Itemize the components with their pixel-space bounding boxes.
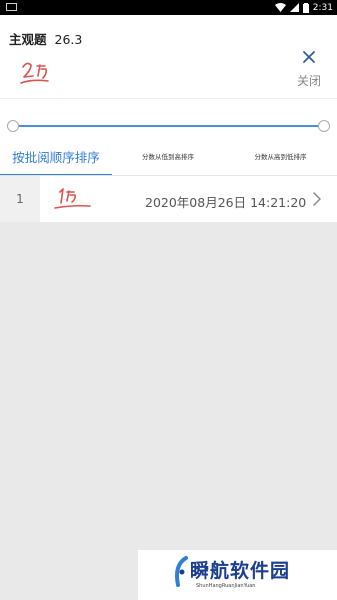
question-title: 主观题: [9, 32, 47, 47]
signal-icon: [289, 3, 299, 12]
watermark-title: 瞬航软件园: [190, 560, 291, 582]
record-datetime: 2020年08月26日 14:21:20: [145, 195, 307, 210]
status-bar: 2:31: [0, 0, 337, 15]
tab-sort-by-review-order[interactable]: 按批阅顺序排序: [0, 136, 112, 176]
score-range-slider[interactable]: [7, 118, 330, 134]
screenshot-thumbnail-icon: [6, 3, 17, 11]
row-index: 1: [0, 176, 40, 222]
slider-max-handle[interactable]: [318, 120, 330, 132]
header-divider: [0, 98, 337, 99]
list-item[interactable]: 1 2020年08月26日 14:21:20: [0, 176, 337, 222]
question-score: 26.3: [54, 32, 83, 47]
chevron-right-icon: [313, 192, 321, 206]
close-button[interactable]: 关闭: [290, 47, 328, 91]
question-title-row: 主观题 26.3: [9, 29, 82, 48]
score-header-panel: 主观题 26.3 关闭: [0, 15, 337, 152]
empty-list-area: [0, 222, 337, 600]
tab-sort-score-descending[interactable]: 分数从高到低排序: [224, 136, 337, 176]
battery-icon: [302, 2, 309, 13]
close-label: 关闭: [296, 74, 321, 88]
watermark-subtitle: ShunHangRuanJianYuan: [196, 583, 256, 589]
sort-tabs: 按批阅顺序排序 分数从低到高排序 分数从高到低排序: [0, 136, 337, 176]
handwritten-score-1-icon: [54, 188, 91, 209]
wifi-icon: [274, 3, 286, 12]
slider-track: [13, 125, 324, 127]
close-icon: [303, 51, 315, 63]
status-time: 2:31: [312, 2, 333, 13]
tab-sort-score-ascending[interactable]: 分数从低到高排序: [112, 136, 224, 176]
handwritten-score-2-icon: [20, 62, 49, 84]
site-watermark: 瞬航软件园 ShunHangRuanJianYuan: [138, 550, 337, 600]
system-icons: 2:31: [274, 0, 333, 15]
slider-min-handle[interactable]: [7, 120, 19, 132]
